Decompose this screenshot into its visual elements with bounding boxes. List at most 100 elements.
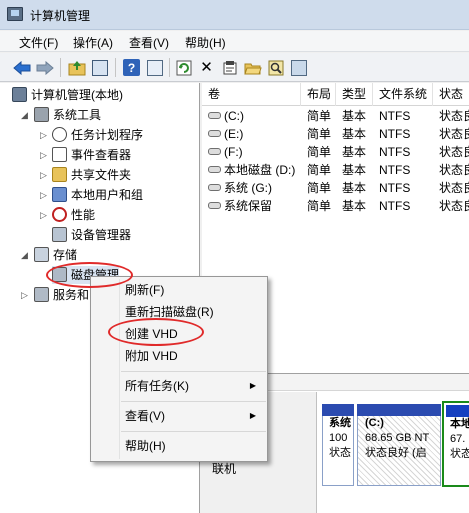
window-title: 计算机管理 (30, 9, 91, 23)
table-row[interactable]: 系统保留 简单基本 NTFS 状态良 (202, 197, 469, 215)
title-bar: 计算机管理 (0, 0, 469, 30)
tree-local-users[interactable]: 本地用户和组 (52, 186, 143, 204)
storage-icon (34, 247, 49, 262)
cell-layout: 简单 (307, 163, 332, 177)
column-layout[interactable]: 布局 (301, 83, 336, 106)
search-icon[interactable] (265, 57, 286, 78)
cell-volume: 系统保留 (208, 197, 272, 215)
menu-item-help[interactable]: 帮助(H) (92, 435, 266, 457)
cell-layout: 简单 (307, 199, 332, 213)
column-status[interactable]: 状态 (433, 83, 469, 106)
performance-icon (52, 207, 67, 222)
cell-fs: NTFS (379, 181, 411, 195)
cell-layout: 简单 (307, 127, 332, 141)
expand-arrow-icon[interactable]: ▷ (40, 146, 47, 164)
tree-task-scheduler[interactable]: 任务计划程序 (52, 126, 143, 144)
partition-d[interactable]: 本地 67. 状态 (446, 417, 469, 485)
cell-volume: 本地磁盘 (D:) (208, 161, 295, 179)
delete-icon[interactable]: ✕ (196, 57, 217, 78)
cell-status: 状态良 (439, 163, 469, 177)
expand-arrow-icon[interactable]: ▷ (40, 126, 47, 144)
tree-performance[interactable]: 性能 (52, 206, 95, 224)
tree-storage[interactable]: 存储 (34, 246, 77, 264)
menu-item-all-tasks[interactable]: 所有任务(K) ▶ (92, 375, 266, 397)
highlight-oval-create-vhd (108, 318, 204, 346)
table-row[interactable]: 本地磁盘 (D:) 简单基本 NTFS 状态良 (202, 161, 469, 179)
cell-volume: (C:) (208, 107, 244, 125)
cell-fs: NTFS (379, 163, 411, 177)
expand-arrow-icon[interactable]: ▷ (40, 186, 47, 204)
shared-folder-icon (52, 167, 67, 182)
console-tree-icon[interactable] (89, 57, 110, 78)
collapse-arrow-icon[interactable]: ◢ (21, 106, 28, 124)
back-arrow-icon[interactable] (11, 57, 32, 78)
cell-fs: NTFS (379, 127, 411, 141)
cell-volume: 系统 (G:) (208, 179, 272, 197)
partition-system[interactable]: 系统 100 状态 (322, 416, 354, 486)
help-icon[interactable]: ? (121, 57, 142, 78)
menu-view[interactable]: 查看(V) (129, 34, 169, 51)
expand-arrow-icon[interactable]: ▷ (40, 166, 47, 184)
partition-c[interactable]: (C:) 68.65 GB NT 状态良好 (启 (357, 416, 441, 486)
cell-type: 基本 (342, 145, 367, 159)
table-row[interactable]: (C:) 简单基本 NTFS 状态良 (202, 107, 469, 125)
cell-type: 基本 (342, 199, 367, 213)
cell-layout: 简单 (307, 109, 332, 123)
tree-event-viewer[interactable]: 事件查看器 (52, 146, 131, 164)
menu-action[interactable]: 操作(A) (73, 34, 113, 51)
properties-icon[interactable] (219, 57, 240, 78)
volume-icon (208, 184, 221, 191)
volume-icon (208, 166, 221, 173)
cell-type: 基本 (342, 127, 367, 141)
cell-fs: NTFS (379, 109, 411, 123)
expand-arrow-icon[interactable]: ▷ (21, 286, 28, 304)
forward-arrow-icon[interactable] (34, 57, 55, 78)
wrench-icon (34, 107, 49, 122)
cell-type: 基本 (342, 109, 367, 123)
volume-icon (208, 148, 221, 155)
table-row[interactable]: 系统 (G:) 简单基本 NTFS 状态良 (202, 179, 469, 197)
submenu-arrow-icon: ▶ (249, 411, 256, 420)
services-icon (34, 287, 49, 302)
disk-properties-icon[interactable] (288, 57, 309, 78)
cell-status: 状态良 (439, 181, 469, 195)
tree-root[interactable]: 计算机管理(本地) (12, 86, 123, 104)
cell-volume: (F:) (208, 143, 243, 161)
table-row[interactable]: (E:) 简单基本 NTFS 状态良 (202, 125, 469, 143)
context-menu: 刷新(F) 重新扫描磁盘(R) 创建 VHD 附加 VHD 所有任务(K) ▶ … (90, 276, 268, 462)
cell-status: 状态良 (439, 109, 469, 123)
menu-item-attach-vhd[interactable]: 附加 VHD (92, 345, 266, 367)
cell-status: 状态良 (439, 127, 469, 141)
tree-system-tools[interactable]: 系统工具 (34, 106, 101, 124)
cell-type: 基本 (342, 163, 367, 177)
collapse-arrow-icon[interactable]: ◢ (21, 246, 28, 264)
up-folder-icon[interactable] (66, 57, 87, 78)
menu-file[interactable]: 文件(F) (19, 34, 58, 51)
tree-shared-folders[interactable]: 共享文件夹 (52, 166, 131, 184)
open-folder-icon[interactable] (242, 57, 263, 78)
properties-pane-icon[interactable] (144, 57, 165, 78)
tree-device-manager[interactable]: 设备管理器 (52, 226, 131, 244)
menu-item-view[interactable]: 查看(V) ▶ (92, 405, 266, 427)
clock-icon (52, 127, 67, 142)
column-volume[interactable]: 卷 (202, 83, 301, 106)
refresh-icon[interactable] (173, 57, 194, 78)
expand-arrow-icon[interactable]: ▷ (40, 206, 47, 224)
column-filesystem[interactable]: 文件系统 (373, 83, 433, 106)
list-header: 卷 布局 类型 文件系统 状态 (202, 83, 469, 106)
cell-volume: (E:) (208, 125, 243, 143)
tree-services[interactable]: 服务和 (34, 286, 89, 304)
users-icon (52, 187, 67, 202)
submenu-arrow-icon: ▶ (249, 381, 256, 390)
partition-header-d (446, 405, 469, 417)
cell-fs: NTFS (379, 145, 411, 159)
menu-help[interactable]: 帮助(H) (185, 34, 226, 51)
table-row[interactable]: (F:) 简单基本 NTFS 状态良 (202, 143, 469, 161)
column-type[interactable]: 类型 (336, 83, 373, 106)
cell-fs: NTFS (379, 199, 411, 213)
highlight-oval-disk-management (46, 262, 133, 288)
computer-management-icon (7, 7, 23, 21)
computer-icon (12, 87, 27, 102)
cell-layout: 简单 (307, 181, 332, 195)
volume-icon (208, 112, 221, 119)
